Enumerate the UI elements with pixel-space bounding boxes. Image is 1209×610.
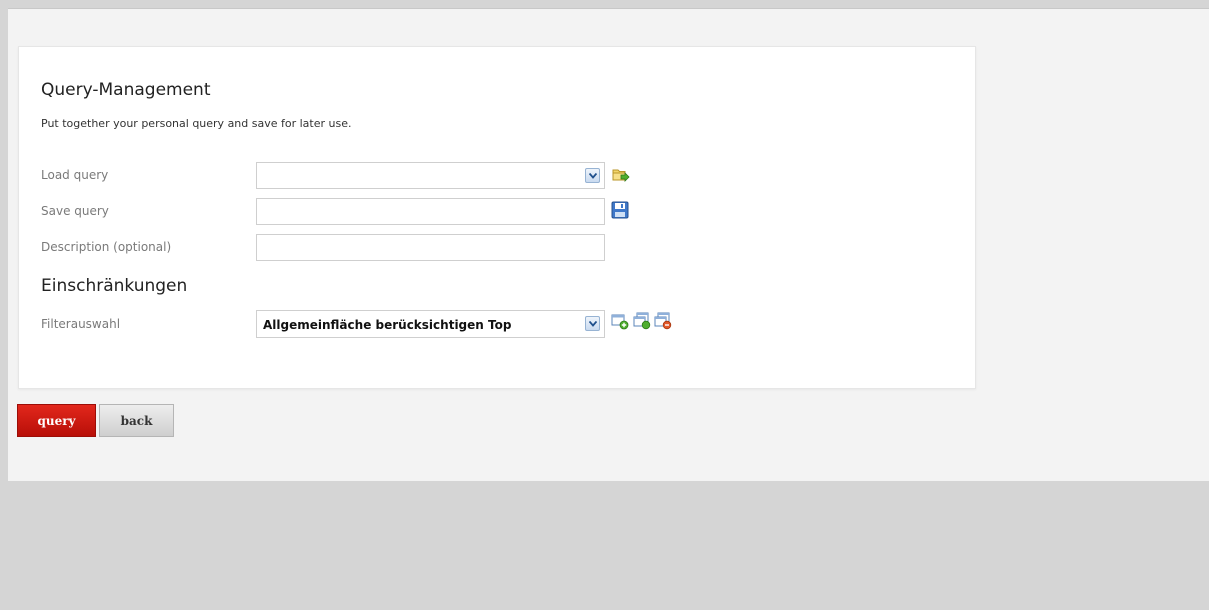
- add-filter-icon[interactable]: [611, 312, 629, 330]
- filter-select-value: Allgemeinfläche berücksichtigen Top: [263, 318, 512, 332]
- back-button[interactable]: back: [99, 404, 174, 437]
- chevron-down-icon[interactable]: [585, 168, 600, 183]
- query-management-panel: Query-Management Put together your perso…: [18, 46, 976, 389]
- filter-select[interactable]: Allgemeinfläche berücksichtigen Top: [256, 310, 605, 338]
- load-query-label: Load query: [41, 168, 109, 182]
- load-query-select[interactable]: [256, 162, 605, 189]
- query-button[interactable]: query: [17, 404, 96, 437]
- save-query-input[interactable]: [256, 198, 605, 225]
- chevron-down-icon[interactable]: [585, 316, 600, 331]
- folder-arrow-icon[interactable]: [612, 166, 630, 184]
- description-input[interactable]: [256, 234, 605, 261]
- description-label: Description (optional): [41, 240, 172, 254]
- page-title: Query-Management: [41, 80, 211, 100]
- page-description: Put together your personal query and sav…: [41, 117, 352, 130]
- floppy-disk-icon[interactable]: [611, 201, 629, 219]
- delete-filter-icon[interactable]: [654, 312, 672, 330]
- restrictions-title: Einschränkungen: [41, 276, 188, 296]
- edit-filter-icon[interactable]: [633, 312, 651, 330]
- filter-label: Filterauswahl: [41, 317, 121, 331]
- save-query-label: Save query: [41, 204, 109, 218]
